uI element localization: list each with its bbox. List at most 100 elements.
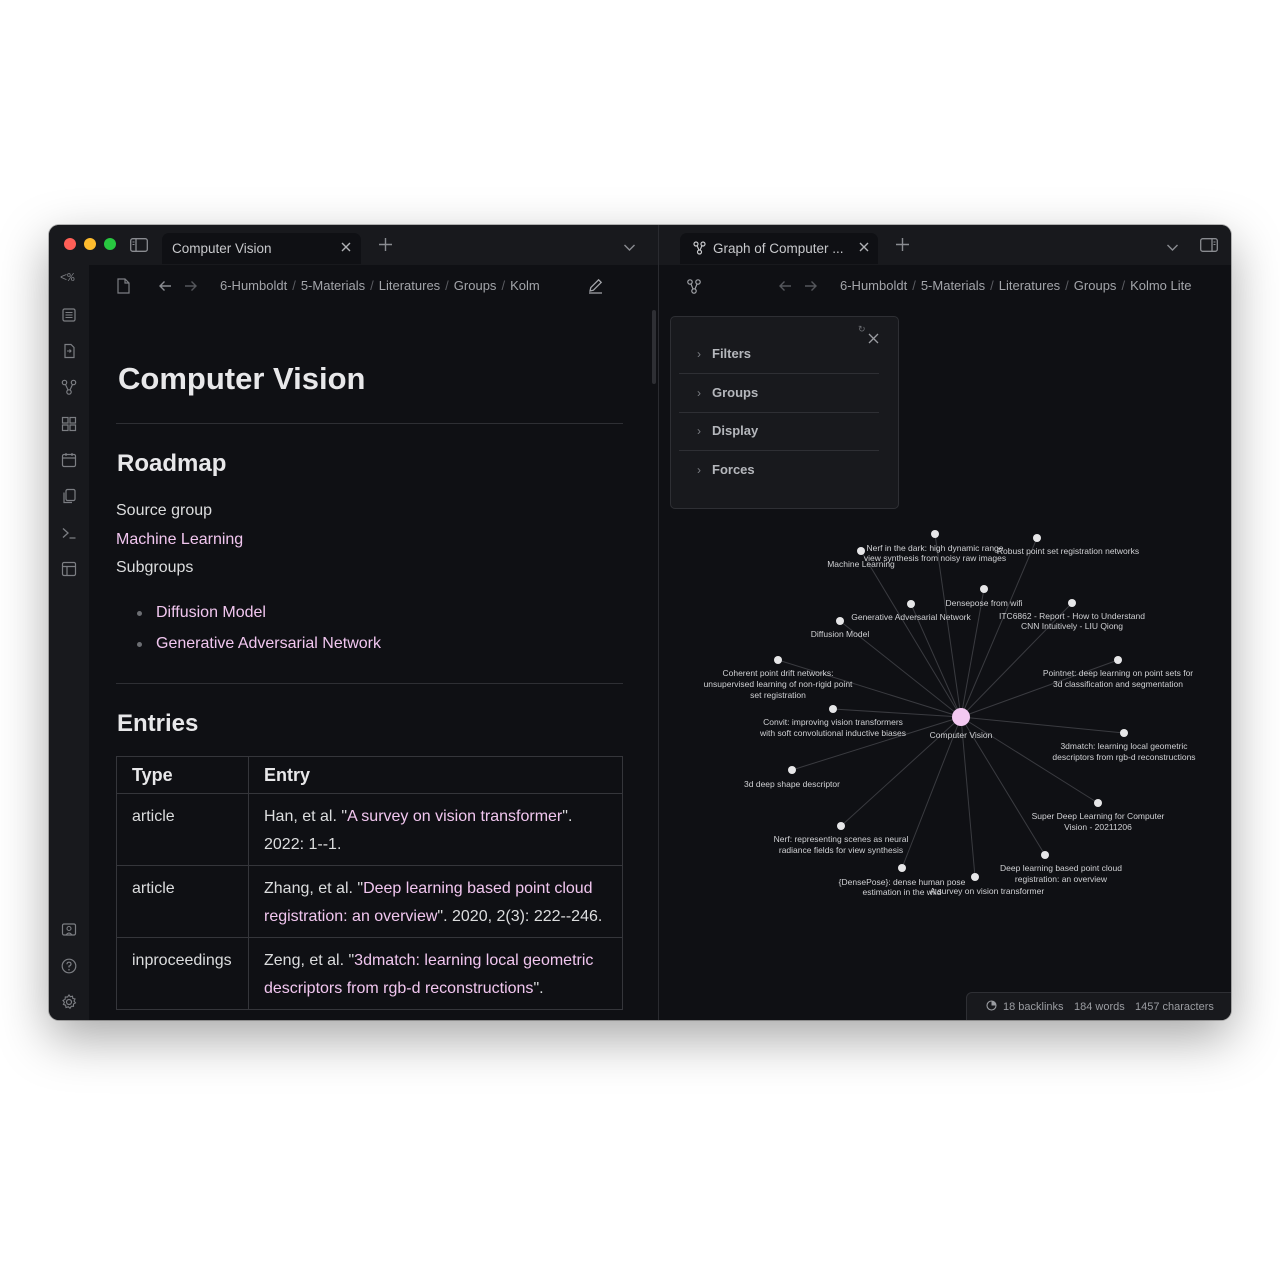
- entry-prefix: Han, et al. ": [264, 808, 348, 825]
- cell-entry: Zhang, et al. "Deep learning based point…: [248, 865, 623, 938]
- table-row: article Han, et al. "A survey on vision …: [116, 793, 623, 866]
- cell-type: inproceedings: [116, 937, 249, 1010]
- close-window-button[interactable]: [64, 238, 76, 250]
- breadcrumb-item[interactable]: Kolmo Lite: [1130, 278, 1191, 293]
- graph-settings-panel: ↻ › Filters › Groups › Display › Forces: [670, 316, 899, 509]
- divider: [116, 423, 623, 424]
- scrollbar[interactable]: [652, 310, 656, 384]
- page-title: Computer Vision: [118, 361, 366, 396]
- breadcrumb-item[interactable]: Groups: [1074, 278, 1117, 293]
- backlinks-count[interactable]: 18 backlinks: [1003, 1001, 1064, 1013]
- section-label: Filters: [712, 346, 752, 361]
- new-tab-icon[interactable]: [378, 237, 393, 254]
- subgroups-label: Subgroups: [116, 559, 194, 576]
- tab-graph[interactable]: Graph of Computer ...: [680, 233, 878, 264]
- reset-icon[interactable]: ↻: [858, 325, 866, 334]
- close-tab-icon[interactable]: [340, 241, 352, 255]
- title-bar: Computer Vision Graph of Computer ...: [49, 225, 1231, 265]
- gan-link[interactable]: Generative Adversarial Network: [156, 635, 381, 653]
- file-icon[interactable]: [117, 278, 130, 296]
- close-tab-icon[interactable]: [858, 241, 870, 255]
- graph-view-icon[interactable]: [60, 378, 78, 396]
- canvas-icon[interactable]: [60, 415, 78, 433]
- breadcrumb: 6-Humboldt/5-Materials / Literatures / Group…: [220, 278, 540, 293]
- character-count: 1457 characters: [1135, 1001, 1214, 1013]
- zoom-window-button[interactable]: [104, 238, 116, 250]
- source-group-label: Source group: [116, 502, 213, 519]
- help-icon[interactable]: [60, 957, 78, 975]
- breadcrumb-item[interactable]: Groups: [454, 278, 497, 293]
- breadcrumb-item[interactable]: 6-Humboldt: [840, 278, 907, 293]
- breadcrumb-item[interactable]: 5-Materials: [301, 278, 365, 293]
- breadcrumb-item[interactable]: 5-Materials: [921, 278, 985, 293]
- right-sidebar-toggle-icon[interactable]: [1200, 238, 1218, 254]
- cell-entry: Han, et al. "A survey on vision transfor…: [248, 793, 623, 866]
- outline-icon[interactable]: [60, 306, 78, 324]
- chevron-right-icon: ›: [697, 424, 701, 438]
- entry-prefix: Zeng, et al. ": [264, 952, 355, 969]
- breadcrumb-item[interactable]: Literatures: [379, 278, 440, 293]
- cell-entry: Zeng, et al. "3dmatch: learning local ge…: [248, 937, 623, 1010]
- machine-learning-link[interactable]: Machine Learning: [116, 531, 243, 549]
- tab-computer-vision[interactable]: Computer Vision: [162, 233, 361, 264]
- settings-gear-icon[interactable]: [60, 993, 78, 1011]
- layout-icon[interactable]: [60, 560, 78, 578]
- chevron-right-icon: ›: [697, 386, 701, 400]
- diffusion-model-link[interactable]: Diffusion Model: [156, 604, 266, 622]
- note-pane: 6-Humboldt/5-Materials / Literatures / Group…: [89, 265, 676, 1020]
- table-header-row: Type Entry: [116, 756, 623, 794]
- breadcrumb-item[interactable]: Literatures: [999, 278, 1060, 293]
- ribbon: <%: [49, 265, 89, 1020]
- vault-profile-icon[interactable]: [60, 921, 78, 939]
- section-label: Forces: [712, 462, 755, 477]
- copy-icon[interactable]: [60, 487, 78, 505]
- backlinks-icon: [986, 1000, 997, 1014]
- back-arrow-icon[interactable]: [158, 280, 172, 294]
- table-row: inproceedings Zeng, et al. "3dmatch: lea…: [116, 937, 623, 1010]
- status-bar: 18 backlinks 184 words 1457 characters: [966, 992, 1231, 1020]
- bullet-icon: [137, 611, 142, 616]
- chevron-right-icon: ›: [697, 463, 701, 477]
- column-header-type: Type: [116, 756, 249, 794]
- divider: [116, 683, 623, 684]
- graph-icon[interactable]: [686, 278, 702, 296]
- settings-section-groups[interactable]: › Groups: [679, 374, 879, 413]
- section-label: Groups: [712, 385, 759, 400]
- section-label: Display: [712, 423, 759, 438]
- terminal-icon[interactable]: [60, 524, 78, 542]
- forward-arrow-icon[interactable]: [184, 280, 198, 294]
- cell-type: article: [116, 865, 249, 938]
- entry-suffix: ". 2020, 2(3): 222--246.: [437, 908, 603, 925]
- chevron-right-icon: ›: [697, 347, 701, 361]
- table-row: article Zhang, et al. "Deep learning bas…: [116, 865, 623, 938]
- bullet-icon: [137, 642, 142, 647]
- breadcrumb-item[interactable]: 6-Humboldt: [220, 278, 287, 293]
- column-header-entry: Entry: [248, 756, 623, 794]
- roadmap-heading: Roadmap: [117, 450, 227, 477]
- tab-title: Graph of Computer ...: [713, 241, 844, 256]
- minimize-window-button[interactable]: [84, 238, 96, 250]
- back-arrow-icon[interactable]: [778, 280, 792, 294]
- entries-table: Type Entry article Han, et al. "A survey…: [116, 756, 623, 1010]
- templater-label[interactable]: <%: [60, 271, 74, 285]
- chevron-down-icon[interactable]: [623, 240, 636, 254]
- entry-prefix: Zhang, et al. ": [264, 880, 364, 897]
- chevron-down-icon[interactable]: [1166, 240, 1179, 254]
- settings-section-display[interactable]: › Display: [679, 412, 879, 451]
- file-swap-icon[interactable]: [60, 342, 78, 360]
- entry-link[interactable]: A survey on vision transformer: [347, 808, 562, 825]
- tab-title: Computer Vision: [172, 241, 272, 256]
- settings-section-filters[interactable]: › Filters: [679, 335, 879, 374]
- edit-pencil-icon[interactable]: [587, 277, 604, 296]
- entries-heading: Entries: [117, 710, 199, 737]
- graph-icon: [693, 241, 706, 257]
- entry-suffix: ".: [533, 980, 544, 997]
- new-tab-icon[interactable]: [895, 237, 910, 254]
- breadcrumb: 6-Humboldt/5-Materials / Literatures / Group…: [840, 278, 1192, 293]
- forward-arrow-icon[interactable]: [804, 280, 818, 294]
- breadcrumb-item[interactable]: Kolm: [510, 278, 540, 293]
- sidebar-toggle-icon[interactable]: [130, 238, 148, 254]
- cell-type: article: [116, 793, 249, 866]
- settings-section-forces[interactable]: › Forces: [679, 451, 879, 489]
- calendar-icon[interactable]: [60, 451, 78, 469]
